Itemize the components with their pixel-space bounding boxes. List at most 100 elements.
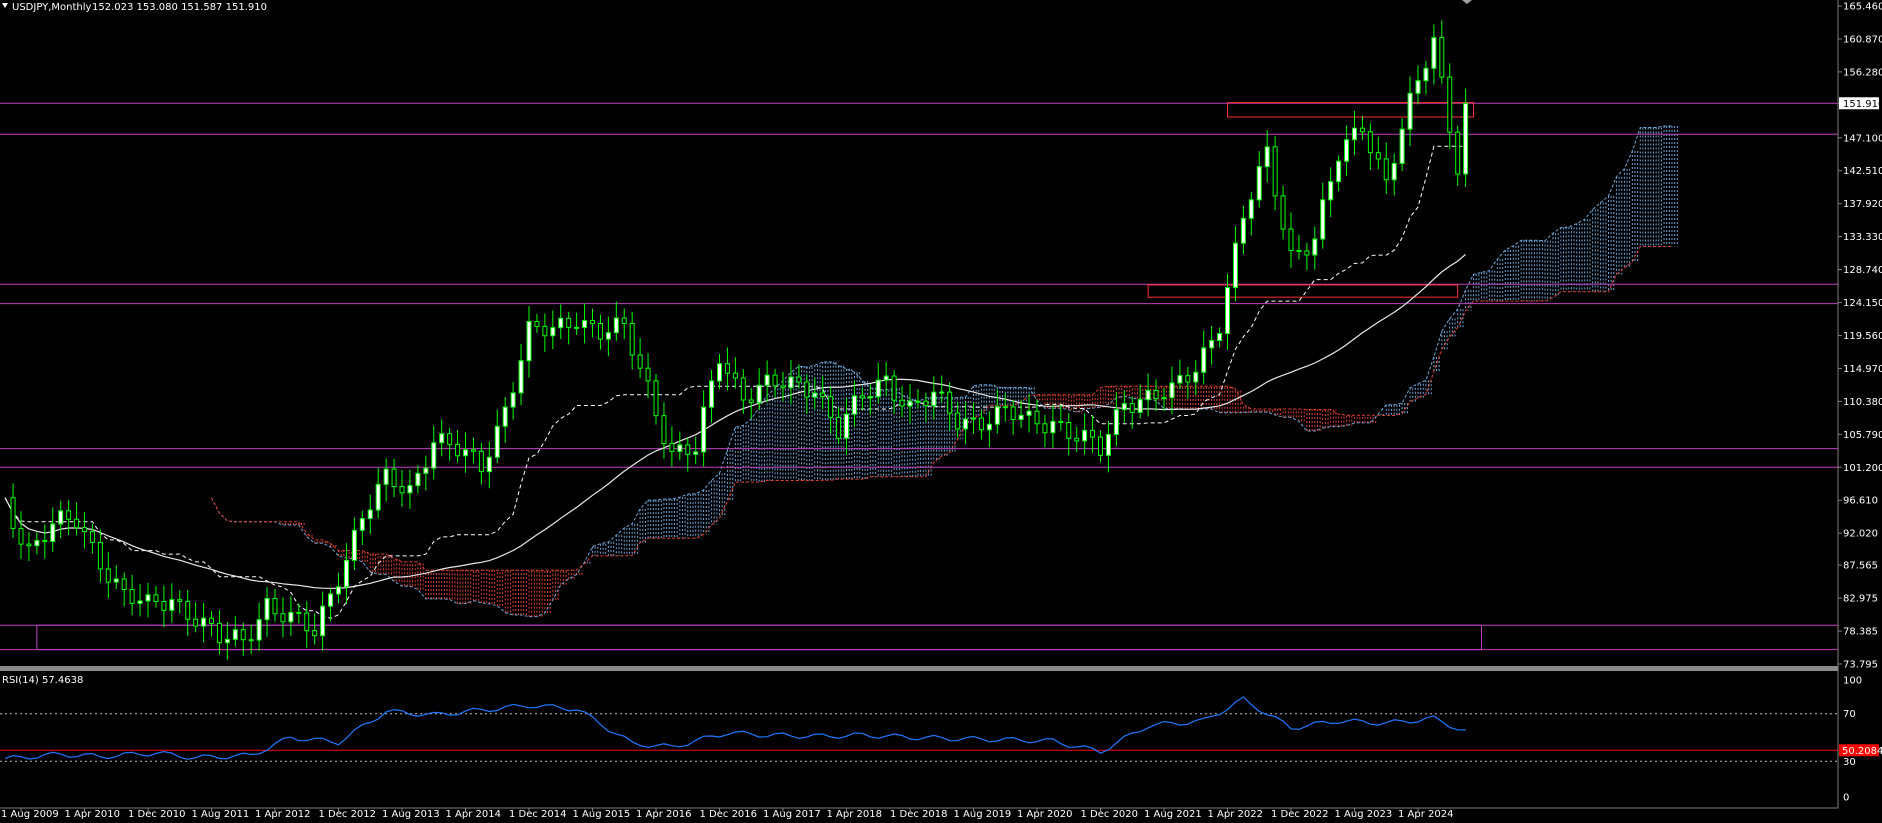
candle-body [947, 391, 953, 414]
time-tick-label: 1 Dec 2010 [128, 809, 186, 820]
candle-body [10, 497, 16, 529]
candle-body [724, 363, 730, 374]
pane-separator[interactable] [0, 666, 1838, 671]
candle-body [145, 594, 151, 602]
candle-body [701, 406, 707, 453]
candle-body [899, 399, 905, 407]
candle-body [661, 415, 667, 445]
candle-body [582, 320, 588, 328]
candle-body [994, 406, 1000, 425]
candle-body [1352, 127, 1357, 141]
chart-canvas[interactable]: 165.460 160.870 156.280 151.910 147.100 142.5… [0, 0, 1882, 823]
candle-body [542, 325, 548, 337]
candle-body [971, 417, 976, 420]
price-tick-label: 78.385 [1843, 627, 1878, 638]
candle-body [383, 468, 389, 485]
candle-body [1415, 80, 1421, 94]
candle-body [1161, 397, 1167, 400]
candle-body [121, 578, 127, 591]
candle-body [1193, 371, 1199, 383]
candle-body [161, 601, 167, 611]
candle-body [169, 599, 175, 611]
candle-body [1463, 102, 1469, 175]
price-tick-label: 142.510 [1843, 166, 1882, 177]
candle-body [812, 392, 818, 398]
candle-body [375, 483, 381, 511]
candle-body [923, 400, 929, 407]
time-tick-label: 1 Aug 2013 [382, 809, 440, 820]
candle-body [796, 376, 802, 383]
candle-body [907, 400, 913, 407]
time-tick-label: 1 Aug 2023 [1335, 809, 1393, 820]
candle-body [1105, 433, 1111, 456]
candle-body [1090, 429, 1096, 438]
price-tick-label: 92.020 [1843, 529, 1878, 540]
candle-body [1407, 92, 1413, 130]
chart-background [0, 0, 1882, 823]
candle-body [193, 618, 199, 627]
candle-body [153, 594, 159, 603]
candle-body [415, 472, 421, 487]
candle-body [1066, 421, 1072, 439]
candle-body [486, 456, 492, 473]
time-tick-label: 1 Apr 2016 [636, 809, 691, 820]
candle-body [653, 380, 659, 417]
candle-body [558, 317, 564, 329]
candle-body [717, 363, 722, 382]
price-tick-label: 114.970 [1843, 364, 1882, 375]
time-tick-label: 1 Apr 2010 [65, 809, 120, 820]
candle-body [137, 600, 143, 604]
candle-body [788, 376, 794, 389]
candle-body [105, 568, 111, 583]
candle-body [772, 374, 778, 387]
candle-body [613, 317, 619, 334]
candle-body [447, 433, 453, 445]
candle-body [201, 617, 207, 627]
candle-body [478, 450, 484, 473]
candle-body [1367, 131, 1373, 154]
candle-body [621, 317, 627, 324]
candle-body [1232, 242, 1238, 289]
candle-body [1169, 382, 1175, 399]
price-tick-label: 82.975 [1843, 594, 1878, 605]
candle-body [351, 529, 357, 561]
candle-body [1296, 250, 1302, 253]
candle-body [296, 611, 302, 614]
candle-body [1431, 37, 1437, 69]
candle-body [526, 321, 532, 362]
price-tick-label: 133.330 [1843, 232, 1882, 243]
candle-body [574, 326, 580, 329]
time-tick-label: 1 Aug 2019 [954, 809, 1012, 820]
candle-body [1383, 158, 1389, 181]
candle-body [1264, 146, 1270, 168]
candle-body [1185, 375, 1191, 383]
candle-body [407, 485, 413, 494]
candle-body [1272, 146, 1278, 197]
candle-body [1082, 429, 1088, 442]
candle-body [1137, 399, 1143, 413]
time-tick-label: 1 Aug 2009 [1, 809, 59, 820]
candle-body [455, 443, 461, 457]
candle-body [336, 586, 341, 595]
candle-body [518, 360, 524, 394]
rsi-tick-label: 100 [1843, 676, 1862, 687]
candle-body [1018, 414, 1024, 420]
candle-body [50, 523, 56, 543]
candle-body [502, 406, 508, 427]
candle-body [312, 630, 318, 637]
candle-body [431, 442, 437, 469]
time-tick-label: 1 Dec 2016 [700, 809, 758, 820]
candle-body [1447, 76, 1453, 133]
time-tick-label: 1 Aug 2017 [763, 809, 821, 820]
candle-body [645, 367, 651, 382]
candle-body [756, 384, 762, 404]
candle-body [605, 332, 611, 340]
candle-body [510, 392, 516, 408]
candle-body [740, 377, 746, 401]
candle-body [304, 612, 310, 632]
candle-body [248, 639, 254, 642]
candle-body [494, 425, 500, 458]
candle-body [1240, 217, 1246, 244]
candle-body [1328, 181, 1334, 201]
price-tick-label: 147.100 [1843, 133, 1882, 144]
